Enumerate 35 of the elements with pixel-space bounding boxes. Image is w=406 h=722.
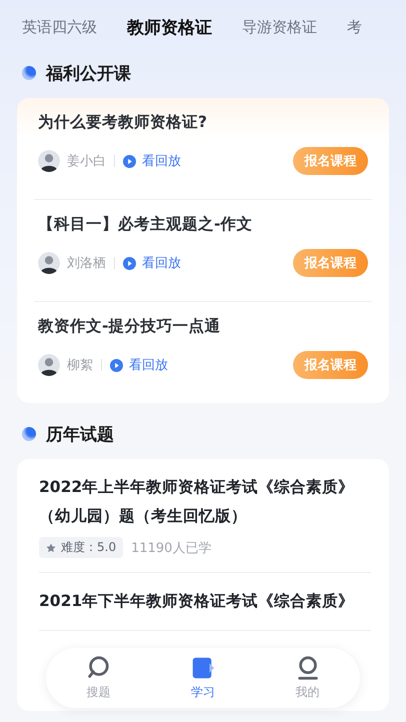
course-title: 为什么要考教师资格证?	[38, 112, 208, 133]
teacher-name: 柳絮	[67, 357, 93, 374]
bullet-icon	[22, 66, 36, 80]
avatar-icon	[38, 150, 60, 172]
paper-title: 2021年下半年教师资格证考试《综合素质》	[39, 591, 356, 612]
category-tab[interactable]: 考	[347, 18, 362, 36]
course-title: 教资作文-提分技巧一点通	[38, 316, 222, 337]
enroll-button[interactable]: 报名课程	[293, 249, 368, 277]
play-icon	[110, 358, 123, 372]
nav-tab[interactable]: 搜题	[68, 655, 128, 701]
section-title: 历年试题	[46, 424, 114, 446]
difficulty-label: 难度：5.0	[61, 539, 116, 556]
bullet-icon	[22, 427, 36, 441]
enroll-button[interactable]: 报名课程	[293, 351, 368, 379]
teacher-name: 姜小白	[67, 152, 106, 170]
course-title: 【科目一】必考主观题之-作文	[38, 214, 254, 235]
play-icon	[123, 154, 136, 168]
category-tab[interactable]: 导游资格证	[242, 18, 317, 36]
avatar-icon	[38, 252, 60, 274]
paper-title: 2022年上半年教师资格证考试《综合素质》（幼儿园）题（考生回忆版）	[39, 477, 356, 527]
enroll-button[interactable]: 报名课程	[293, 147, 368, 175]
replay-link[interactable]: 看回放	[142, 254, 181, 272]
learner-count: 11190人已学	[131, 540, 212, 556]
replay-link[interactable]: 看回放	[142, 152, 181, 170]
section-title: 福利公开课	[46, 62, 131, 84]
search-icon	[85, 655, 112, 681]
replay-link[interactable]: 看回放	[129, 356, 168, 374]
category-tab[interactable]: 英语四六级	[22, 18, 97, 36]
avatar-icon	[38, 354, 60, 376]
star-icon	[46, 542, 56, 552]
teacher-name: 刘洛栖	[67, 255, 106, 272]
nav-tab[interactable]: 我的	[278, 655, 338, 701]
play-icon	[123, 256, 136, 270]
nav-tab[interactable]: 学习	[172, 655, 233, 701]
category-tab[interactable]: 教师资格证	[127, 16, 212, 38]
